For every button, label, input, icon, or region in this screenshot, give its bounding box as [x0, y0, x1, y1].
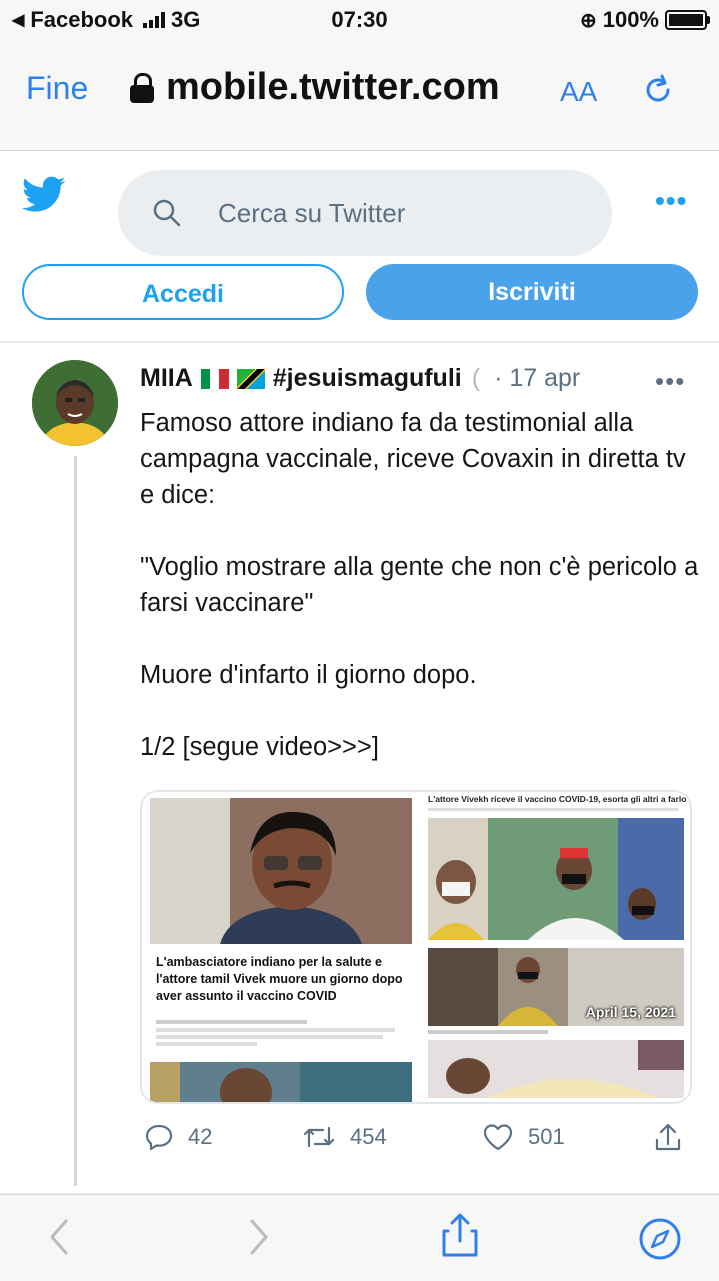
- tweet-paragraph: Famoso attore indiano fa da testimonial …: [140, 409, 686, 509]
- login-button[interactable]: Accedi: [22, 264, 344, 320]
- reply-count: 42: [188, 1124, 213, 1149]
- browser-share-button[interactable]: [440, 1211, 480, 1264]
- reload-button[interactable]: [640, 72, 676, 113]
- retweet-count: 454: [350, 1124, 387, 1149]
- retweet-icon: [303, 1126, 335, 1148]
- like-count: 501: [528, 1124, 565, 1149]
- tanzania-flag-icon: [236, 368, 265, 389]
- author-hashtag: #jesuismagufuli: [272, 364, 462, 392]
- done-button[interactable]: Fine: [26, 70, 88, 107]
- tweet-actions: 42 454 501: [140, 1122, 700, 1162]
- signup-button[interactable]: Iscriviti: [366, 264, 698, 320]
- share-button[interactable]: [652, 1122, 684, 1154]
- tweet-paragraph: "Voglio mostrare alla gente che non c'è …: [140, 553, 699, 617]
- reply-icon: [145, 1124, 173, 1151]
- photo-caption-line: [428, 1030, 548, 1034]
- like-button[interactable]: 501: [482, 1122, 565, 1152]
- tweet-date[interactable]: · 17 apr: [494, 364, 580, 393]
- lock-icon: [130, 72, 154, 103]
- italy-flag-icon: [200, 368, 229, 389]
- actor-photo: [150, 798, 412, 944]
- reload-icon: [646, 74, 670, 102]
- tweet-text: Famoso attore indiano fa da testimonial …: [140, 405, 700, 765]
- status-bar: ◀ Facebook 3G 07:30 ⊕ 100%: [0, 0, 719, 40]
- browser-address-bar: Fine mobile.twitter.com AA: [0, 40, 719, 151]
- heart-icon: [483, 1124, 513, 1151]
- browser-toolbar: [0, 1194, 719, 1281]
- truncated-handle: (: [471, 364, 481, 392]
- search-input[interactable]: Cerca su Twitter: [118, 170, 612, 256]
- url-field[interactable]: mobile.twitter.com: [130, 66, 500, 109]
- avatar[interactable]: [32, 360, 118, 446]
- text-size-label: AA: [560, 76, 598, 107]
- article-screenshot-left: L'ambasciatore indiano per la salute e l…: [150, 798, 412, 1102]
- forward-button[interactable]: [244, 1215, 274, 1264]
- article-headline: L'attore Vivekh riceve il vaccino COVID-…: [428, 794, 686, 804]
- article-subline: [428, 808, 678, 811]
- dated-photo: April 15, 2021: [428, 948, 684, 1026]
- article-body-placeholder: [156, 1020, 408, 1046]
- search-icon: [153, 199, 181, 227]
- retweet-button[interactable]: 454: [302, 1122, 387, 1152]
- tweet-media[interactable]: L'ambasciatore indiano per la salute e l…: [140, 790, 692, 1104]
- battery-icon: [665, 10, 710, 30]
- twitter-bird-icon[interactable]: [21, 176, 66, 219]
- compass-icon: [639, 1218, 681, 1260]
- back-button[interactable]: [44, 1215, 74, 1264]
- chevron-left-icon: [50, 1219, 68, 1255]
- share-icon: [442, 1213, 478, 1257]
- compass-button[interactable]: [638, 1217, 682, 1266]
- text-size-button[interactable]: AA: [560, 76, 597, 108]
- url-text: mobile.twitter.com: [166, 66, 500, 108]
- divider: [0, 341, 719, 343]
- article-screenshot-right: L'attore Vivekh riceve il vaccino COVID-…: [424, 792, 688, 1100]
- hospital-photo: [428, 1040, 684, 1098]
- author-name: MIIA: [140, 364, 193, 392]
- search-placeholder: Cerca su Twitter: [218, 198, 406, 228]
- more-options-icon[interactable]: •••: [655, 185, 687, 217]
- tweet-paragraph: 1/2 [segue video>>>]: [140, 733, 379, 761]
- date-overlay: April 15, 2021: [585, 1004, 676, 1020]
- tweet-paragraph: Muore d'infarto il giorno dopo.: [140, 661, 477, 689]
- vaccination-photo: [428, 818, 684, 940]
- share-icon: [655, 1123, 681, 1151]
- tweet-author[interactable]: MIIA #jesuismagufuli ( · 17 apr: [140, 364, 580, 393]
- orientation-lock-icon: ⊕: [579, 9, 597, 32]
- chevron-right-icon: [250, 1219, 268, 1255]
- thread-line: [74, 456, 77, 1186]
- battery-percent: 100%: [602, 7, 659, 32]
- article-caption: L'ambasciatore indiano per la salute e l…: [156, 955, 403, 1003]
- reply-button[interactable]: 42: [144, 1122, 212, 1152]
- tweet-more-icon[interactable]: •••: [655, 366, 685, 397]
- article-thumbnail: [150, 1062, 412, 1102]
